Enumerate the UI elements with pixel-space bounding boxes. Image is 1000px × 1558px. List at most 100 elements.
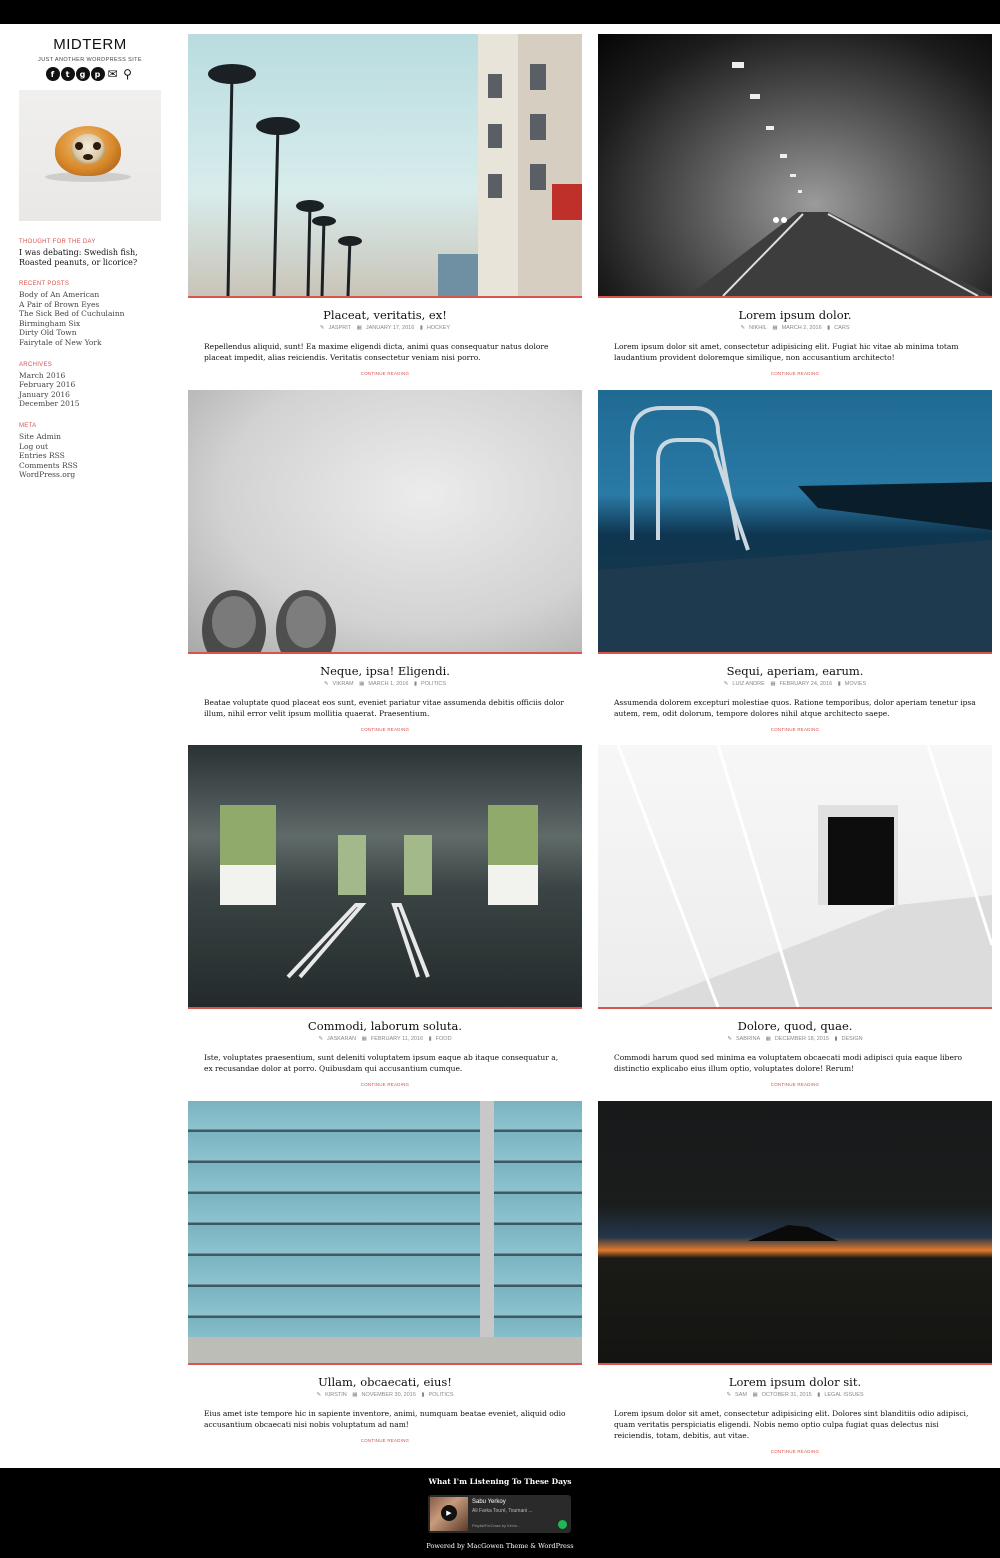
thought-widget: THOUGHT FOR THE DAY I was debating: Swed… <box>19 239 161 267</box>
twitter-icon[interactable]: t <box>60 67 75 81</box>
continue-reading-link[interactable]: CONTINUE READING <box>598 1082 992 1087</box>
continue-reading-link[interactable]: CONTINUE READING <box>188 371 582 376</box>
post-thumbnail[interactable] <box>598 745 992 1009</box>
post-title[interactable]: Sequi, aperiam, earum. <box>598 664 992 678</box>
post-title[interactable]: Commodi, laborum soluta. <box>188 1019 582 1033</box>
post-date[interactable]: DECEMBER 18, 2015 <box>775 1036 829 1042</box>
recent-post-link[interactable]: The Sick Bed of Cuchulainn <box>19 309 161 319</box>
recent-posts-widget: RECENT POSTS Body of An American A Pair … <box>19 281 161 348</box>
post-excerpt: Lorem ipsum dolor sit amet, consectetur … <box>614 342 959 362</box>
search-icon[interactable]: ⚲ <box>121 67 135 81</box>
post-meta: ✎ SAM ▦ OCTOBER 31, 2015 ▮ LEGAL ISSUES <box>598 1392 992 1398</box>
post-date[interactable]: NOVEMBER 30, 2015 <box>362 1392 416 1398</box>
post-card: Placeat, veritatis, ex! ✎ JASPRIT ▦ JANUAR… <box>188 34 582 376</box>
meta-link[interactable]: Entries RSS <box>19 451 161 461</box>
track-title[interactable]: Sabu Yerkoy <box>472 1499 506 1505</box>
post-author[interactable]: LUIZ ANDRE <box>732 681 764 687</box>
post-category[interactable]: MOVIES <box>845 681 866 687</box>
post-category[interactable]: DESIGN <box>842 1036 863 1042</box>
facebook-icon[interactable]: f <box>45 67 60 81</box>
calendar-icon: ▦ <box>356 325 362 331</box>
post-date[interactable]: FEBRUARY 11, 2016 <box>371 1036 423 1042</box>
post-title[interactable]: Neque, ipsa! Eligendi. <box>188 664 582 678</box>
post-author[interactable]: SABRINA <box>736 1036 760 1042</box>
continue-reading-link[interactable]: CONTINUE READING <box>188 727 582 732</box>
post-date[interactable]: MARCH 2, 2016 <box>782 325 822 331</box>
post-title[interactable]: Dolore, quod, quae. <box>598 1019 992 1033</box>
continue-reading-link[interactable]: CONTINUE READING <box>188 1438 582 1443</box>
post-date[interactable]: OCTOBER 31, 2015 <box>762 1392 812 1398</box>
post-title[interactable]: Ullam, obcaecati, eius! <box>188 1375 582 1389</box>
post-card: Lorem ipsum dolor. ✎ NIKHIL ▦ MARCH 2, 201… <box>598 34 992 376</box>
archives-widget: ARCHIVES March 2016 February 2016 Januar… <box>19 362 161 409</box>
post-author[interactable]: NIKHIL <box>749 325 767 331</box>
spotify-icon[interactable] <box>558 1520 567 1529</box>
playlist-name[interactable]: PlaylistForClass by Kevin... <box>472 1523 520 1528</box>
continue-reading-link[interactable]: CONTINUE READING <box>598 727 992 732</box>
post-thumbnail[interactable] <box>188 390 582 654</box>
meta-link[interactable]: WordPress.org <box>19 470 161 480</box>
post-category[interactable]: CARS <box>834 325 849 331</box>
folder-icon: ▮ <box>837 681 841 687</box>
archive-link[interactable]: December 2015 <box>19 399 161 409</box>
post-category[interactable]: LEGAL ISSUES <box>824 1392 863 1398</box>
site-title[interactable]: MIDTERM <box>19 36 161 53</box>
meta-link[interactable]: Comments RSS <box>19 461 161 471</box>
continue-reading-link[interactable]: CONTINUE READING <box>598 1449 992 1454</box>
calendar-icon: ▦ <box>772 325 778 331</box>
post-title[interactable]: Lorem ipsum dolor sit. <box>598 1375 992 1389</box>
post-card: Sequi, aperiam, earum. ✎ LUIZ ANDRE ▦ FEBR… <box>598 390 992 732</box>
post-card: Lorem ipsum dolor sit. ✎ SAM ▦ OCTOBER 31,… <box>598 1101 992 1454</box>
post-author[interactable]: JASKARAN <box>327 1036 356 1042</box>
recent-post-link[interactable]: A Pair of Brown Eyes <box>19 300 161 310</box>
post-category[interactable]: FOOD <box>436 1036 452 1042</box>
post-title[interactable]: Lorem ipsum dolor. <box>598 308 992 322</box>
post-date[interactable]: FEBRUARY 24, 2016 <box>780 681 833 687</box>
post-author[interactable]: SAM <box>735 1392 747 1398</box>
recent-post-link[interactable]: Fairytale of New York <box>19 338 161 348</box>
thought-text: I was debating: Swedish fish, Roasted pe… <box>19 248 138 267</box>
email-icon[interactable]: ✉ <box>106 67 120 81</box>
post-category[interactable]: HOCKEY <box>427 325 450 331</box>
track-artists[interactable]: Ali Farka Touré, Toumani ... <box>472 1508 533 1514</box>
post-thumbnail[interactable] <box>598 1101 992 1365</box>
archive-link[interactable]: March 2016 <box>19 371 161 381</box>
folder-icon: ▮ <box>421 1392 425 1398</box>
recent-post-link[interactable]: Body of An American <box>19 290 161 300</box>
footer-widget-title: What I'm Listening To These Days <box>428 1477 572 1486</box>
post-thumbnail[interactable] <box>598 34 992 298</box>
play-icon[interactable]: ▶ <box>441 1505 457 1521</box>
archive-link[interactable]: February 2016 <box>19 380 161 390</box>
pinterest-icon[interactable]: p <box>90 67 105 81</box>
post-author[interactable]: VIKRAM <box>333 681 354 687</box>
spotify-player[interactable]: ▶ Sabu Yerkoy Ali Farka Touré, Toumani .… <box>428 1495 571 1533</box>
post-thumbnail[interactable] <box>188 745 582 1009</box>
post-title[interactable]: Placeat, veritatis, ex! <box>188 308 582 322</box>
post-date[interactable]: MARCH 1, 2016 <box>368 681 408 687</box>
recent-post-link[interactable]: Birmingham Six <box>19 319 161 329</box>
post-thumbnail[interactable] <box>188 1101 582 1365</box>
post-author[interactable]: JASPRIT <box>329 325 352 331</box>
post-excerpt: Eius amet iste tempore hic in sapiente i… <box>204 1409 566 1429</box>
post-author[interactable]: KIRSTIN <box>325 1392 347 1398</box>
post-category[interactable]: POLITICS <box>421 681 446 687</box>
post-thumbnail[interactable] <box>188 34 582 298</box>
meta-widget: META Site Admin Log out Entries RSS Comm… <box>19 423 161 480</box>
post-meta: ✎ VIKRAM ▦ MARCH 1, 2016 ▮ POLITICS <box>188 681 582 687</box>
post-thumbnail[interactable] <box>598 390 992 654</box>
google-plus-icon[interactable]: g <box>75 67 90 81</box>
post-category[interactable]: POLITICS <box>428 1392 453 1398</box>
post-date[interactable]: JANUARY 17, 2016 <box>366 325 414 331</box>
archive-link[interactable]: January 2016 <box>19 390 161 400</box>
recent-post-link[interactable]: Dirty Old Town <box>19 328 161 338</box>
continue-reading-link[interactable]: CONTINUE READING <box>598 371 992 376</box>
widget-title: THOUGHT FOR THE DAY <box>19 239 96 245</box>
meta-link[interactable]: Log out <box>19 442 161 452</box>
continue-reading-link[interactable]: CONTINUE READING <box>188 1082 582 1087</box>
site-description: JUST ANOTHER WORDPRESS SITE <box>38 57 142 63</box>
calendar-icon: ▦ <box>361 1036 367 1042</box>
footer-credit[interactable]: Powered by MacGowen Theme & WordPress <box>0 1542 1000 1550</box>
meta-link[interactable]: Site Admin <box>19 432 161 442</box>
calendar-icon: ▦ <box>752 1392 758 1398</box>
post-meta: ✎ JASKARAN ▦ FEBRUARY 11, 2016 ▮ FOOD <box>188 1036 582 1042</box>
